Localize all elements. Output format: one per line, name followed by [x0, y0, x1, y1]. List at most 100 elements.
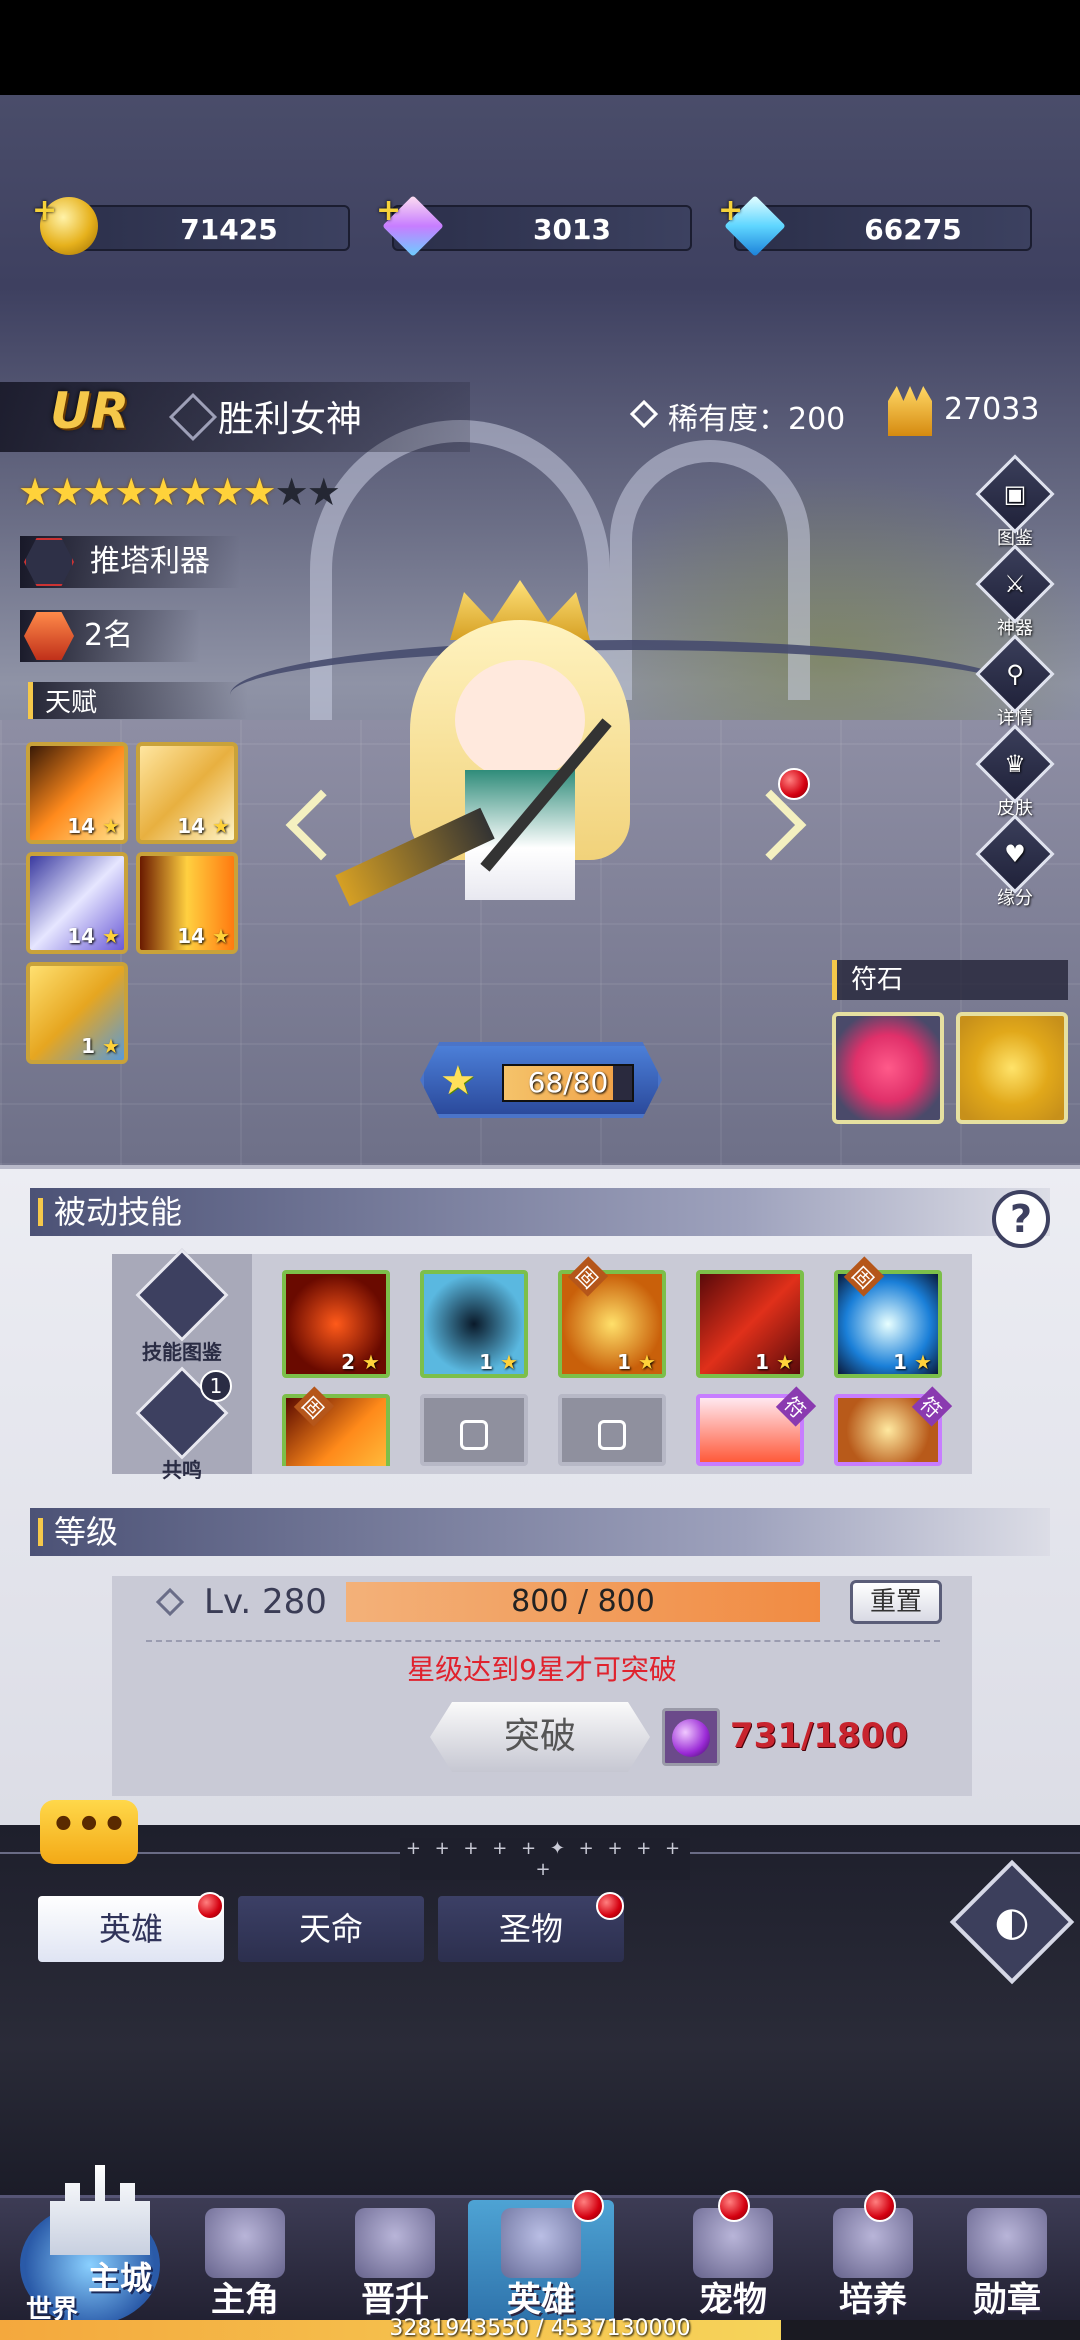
skill-codex-button[interactable]: 技能图鉴: [132, 1248, 232, 1365]
notification-dot: [596, 1892, 624, 1920]
nav-medal[interactable]: 勋章: [934, 2200, 1080, 2330]
level-star-icon: ★: [769, 1350, 794, 1374]
nav-protagonist[interactable]: 主角: [172, 2200, 318, 2330]
notification-dot: [864, 2190, 896, 2222]
promote-icon: [355, 2208, 435, 2278]
rune-slot-gold[interactable]: [956, 1012, 1068, 1124]
notification-dot: [718, 2190, 750, 2222]
star-filled-icon: ★: [242, 470, 277, 514]
nav-label: 主角: [211, 2280, 279, 2320]
divider: [146, 1640, 940, 1642]
talent-level: 14 ★: [177, 814, 230, 838]
hero-tag: 推塔利器: [20, 536, 240, 588]
hero-helmet-icon: [501, 2208, 581, 2278]
main-city-label: 主城: [88, 2259, 153, 2297]
gem-counter[interactable]: + 3013: [376, 193, 692, 257]
star-filled-icon: ★: [114, 470, 148, 514]
protagonist-icon: [205, 2208, 285, 2278]
hero-exp-text: 68/80: [527, 1066, 609, 1099]
star-empty-icon: ★: [306, 470, 341, 514]
locked-skill-slot[interactable]: [420, 1394, 528, 1466]
separator-ornament: + + + + + ✦ + + + + +: [400, 1838, 690, 1880]
level-star-icon: ★: [355, 1350, 380, 1374]
passive-skill[interactable]: 1 ★: [696, 1270, 804, 1378]
level-star-icon: ★: [205, 924, 230, 948]
locked-skill-slot[interactable]: [558, 1394, 666, 1466]
talent-level: 14 ★: [67, 814, 120, 838]
main-city-button[interactable]: 主城 世界: [10, 2145, 170, 2335]
star-rating: ★★★★★★★★★★: [18, 470, 341, 514]
hero-rank-label: 2名: [84, 618, 134, 653]
breakthrough-warning: 星级达到9星才可突破: [407, 1653, 677, 1686]
codex-icon: ▣: [1003, 480, 1027, 508]
level-star-icon: ★: [907, 1350, 932, 1374]
nav-label: 英雄: [507, 2280, 575, 2320]
hero-name: 胜利女神: [218, 399, 363, 440]
skin-icon: ♛: [1004, 750, 1026, 778]
passive-skills-header: 被动技能: [30, 1188, 1050, 1236]
lock-icon: [460, 1420, 488, 1450]
reset-button[interactable]: 重置: [850, 1580, 942, 1624]
nav-label: 培养: [839, 2280, 907, 2320]
star-filled-icon: ★: [178, 470, 212, 514]
level-star-icon: ★: [631, 1350, 656, 1374]
add-diamond-icon[interactable]: +: [718, 193, 743, 228]
star-filled-icon: ★: [210, 470, 244, 514]
crystal-orb-icon: [662, 1708, 720, 1766]
hero-level: Lv. 280: [204, 1582, 327, 1622]
passive-skill[interactable]: 1 ★: [420, 1270, 528, 1378]
passive-skill-level: 1 ★: [617, 1350, 656, 1374]
talent-skill[interactable]: 14 ★: [136, 852, 238, 954]
level-star-icon: ★: [95, 1034, 120, 1058]
level-star-icon: ★: [493, 1350, 518, 1374]
side-button-details[interactable]: ⚲ 详情: [975, 634, 1055, 730]
talent-skill[interactable]: 14 ★: [26, 742, 128, 844]
talent-skill[interactable]: 14 ★: [136, 742, 238, 844]
nav-label: 晋升: [361, 2280, 429, 2320]
hero-character[interactable]: [335, 560, 700, 980]
add-gold-icon[interactable]: +: [32, 193, 57, 228]
tab-destiny[interactable]: 天命: [238, 1896, 424, 1962]
passive-skill[interactable]: 2 ★: [282, 1270, 390, 1378]
side-button-codex[interactable]: ▣ 图鉴: [975, 454, 1055, 550]
chat-button[interactable]: •••: [40, 1800, 138, 1864]
star-filled-icon: ★: [146, 470, 180, 514]
global-progress-text: 3281943550 / 4537130000: [389, 2316, 691, 2340]
rarity-grade: UR: [50, 382, 130, 440]
add-gem-icon[interactable]: +: [376, 193, 401, 228]
passive-skill[interactable]: 1 ★: [558, 1270, 666, 1378]
passive-skill-level: 1 ★: [893, 1350, 932, 1374]
swap-icon: ◐: [994, 1899, 1030, 1945]
side-button-skin[interactable]: ♛ 皮肤: [975, 724, 1055, 820]
status-bar: [0, 0, 1080, 95]
notification-dot: [778, 768, 810, 800]
talent-skill[interactable]: 14 ★: [26, 852, 128, 954]
side-button-artifact[interactable]: ⚔ 神器: [975, 544, 1055, 640]
notification-dot: [196, 1892, 224, 1920]
help-button[interactable]: ?: [992, 1190, 1050, 1248]
gold-counter[interactable]: + 71425: [32, 193, 350, 255]
talent-skill[interactable]: 1 ★: [26, 962, 128, 1064]
star-filled-icon: ★: [50, 470, 84, 514]
breakthrough-button[interactable]: 突破: [430, 1702, 650, 1772]
rune-slot-red[interactable]: [832, 1012, 944, 1124]
passive-skill[interactable]: 1 ★: [834, 1270, 942, 1378]
skill-codex-icon: [135, 1248, 229, 1342]
lower-dark-area: [0, 1825, 1080, 2195]
breakthrough-cost: 731/1800: [730, 1716, 909, 1756]
magnifier-icon: ⚲: [1006, 660, 1024, 688]
side-button-bond[interactable]: ♥ 缘分: [975, 814, 1055, 910]
diamond-amount: 66275: [864, 213, 962, 246]
star-filled-icon: ★: [82, 470, 116, 514]
hero-rank[interactable]: 2名: [20, 610, 200, 662]
artifact-icon: ⚔: [1004, 570, 1026, 598]
medal-icon: [967, 2208, 1047, 2278]
level-exp-text: 800 / 800: [511, 1584, 655, 1619]
nav-promote[interactable]: 晋升: [322, 2200, 468, 2330]
passive-skill-level: 1 ★: [479, 1350, 518, 1374]
rune-section-label: 符石: [832, 960, 1068, 1000]
level-up-star-icon: ★: [440, 1058, 476, 1104]
diamond-counter[interactable]: + 66275: [718, 193, 1032, 257]
passive-skill-level: 2 ★: [341, 1350, 380, 1374]
level-star-icon: ★: [95, 814, 120, 838]
